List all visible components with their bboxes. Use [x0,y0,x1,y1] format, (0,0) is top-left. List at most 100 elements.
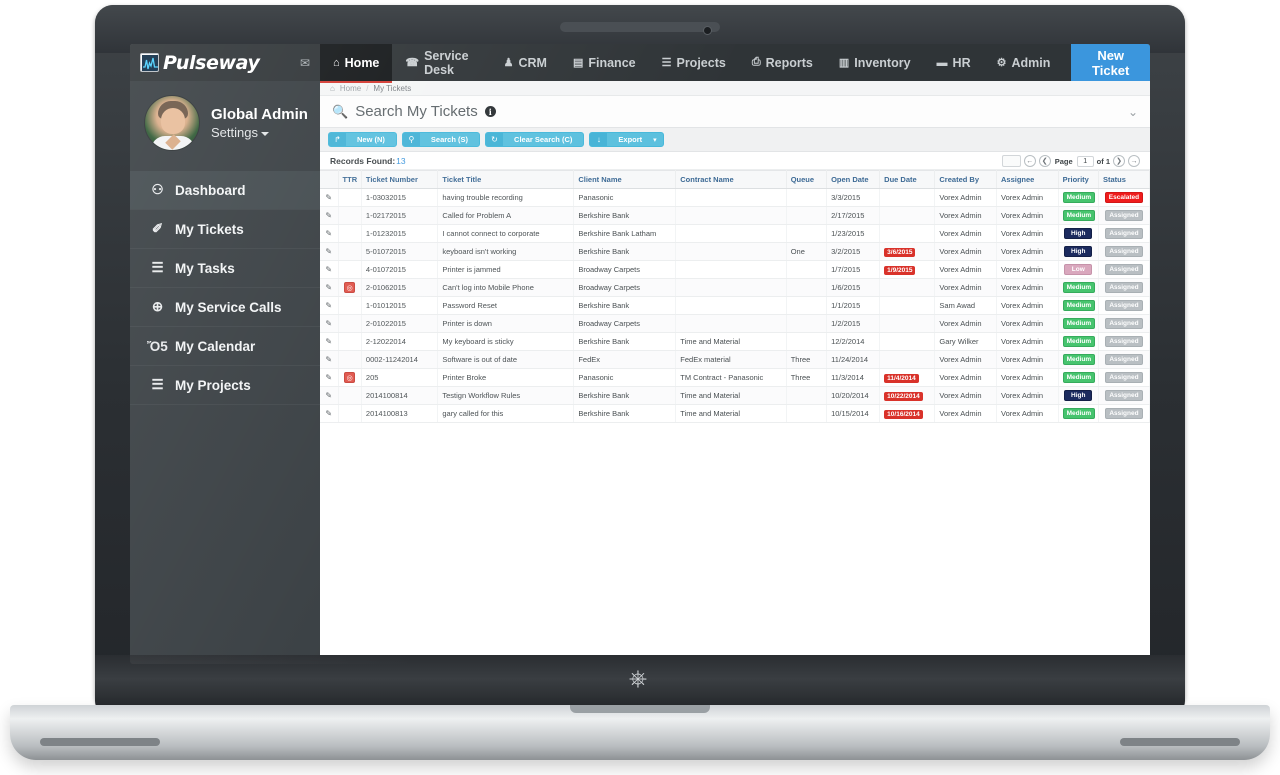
search-s-button[interactable]: ⚲ Search (S) [401,132,481,147]
queue-cell [786,224,828,243]
page-number-input[interactable] [1076,155,1094,167]
tab-admin[interactable]: ⚙ Admin [984,44,1064,81]
edit-icon[interactable]: ✎ [325,229,332,238]
ttr-cell: ◎ [338,278,362,297]
table-row[interactable]: ✎ 1-01232015 I cannot connect to corporate… [320,224,1150,243]
search-panel-header[interactable]: 🔍 Search My Tickets i ⌄ [320,96,1150,128]
tab-inventory[interactable]: ▥ Inventory [826,44,924,81]
envelope-icon[interactable]: ✉ [300,56,310,70]
priority-badge: Medium [1062,336,1096,347]
clear-search-c-button[interactable]: ↻ Clear Search (C) [485,132,585,147]
column-header-due-date[interactable]: Due Date [879,170,936,189]
tab-home[interactable]: ⌂ Home [320,44,393,83]
settings-dropdown[interactable]: Settings [211,125,308,140]
column-header-contract-name[interactable]: Contract Name [675,170,787,189]
first-page-icon[interactable]: ← [1023,155,1036,167]
page-size-select[interactable] [1001,155,1021,167]
table-row[interactable]: ✎ ◎ 2-01062015 Can't log into Mobile Phone B… [320,278,1150,297]
brand-logo[interactable]: Pulseway [140,52,260,74]
sidebar-item-my-calendar[interactable]: Ὄ5 My Calendar [130,327,320,366]
chevron-down-icon[interactable]: ⌄ [1128,105,1138,119]
column-header-open-date[interactable]: Open Date [826,170,881,189]
client-name-cell: Berkshire Bank [573,332,677,351]
sidebar-item-my-tasks[interactable]: ☰ My Tasks [130,249,320,288]
table-row[interactable]: ✎ ◎ 205 Printer Broke Panasonic TM Contract -… [320,368,1150,387]
export-button[interactable]: ↓ Export ▾ [589,132,664,147]
edit-icon[interactable]: ✎ [325,409,332,418]
column-header-edit[interactable] [320,170,339,189]
sidebar-item-my-tickets[interactable]: ✐ My Tickets [130,210,320,249]
ticket-number-cell: 205 [361,368,439,387]
edit-icon[interactable]: ✎ [325,373,332,382]
tab-label: Projects [676,55,726,70]
tab-reports[interactable]: ⎙ Reports [739,44,826,81]
tab-projects[interactable]: ☰ Projects [649,44,739,81]
table-row[interactable]: ✎ 2014100813 gary called for this Berkshire… [320,404,1150,423]
status-cell: Assigned [1098,332,1150,351]
edit-icon[interactable]: ✎ [325,211,332,220]
priority-cell: High [1058,386,1099,405]
calendar-icon: Ὄ5 [147,338,168,354]
edit-icon[interactable]: ✎ [325,337,332,346]
status-badge: Assigned [1104,282,1143,293]
ticket-title-cell: Printer is down [437,314,575,333]
power-icon[interactable]: ⎈ [625,665,651,691]
open-date-cell: 11/24/2014 [826,350,881,369]
created-by-cell: Vorex Admin [934,314,997,333]
ticket-number-cell: 4-01072015 [361,260,439,279]
tab-crm[interactable]: ♟ CRM [491,44,560,81]
priority-cell: High [1058,242,1099,261]
edit-icon[interactable]: ✎ [325,265,332,274]
new-ticket-button[interactable]: New Ticket [1071,44,1150,85]
table-row[interactable]: ✎ 0002-11242014 Software is out of date Fed… [320,350,1150,369]
column-header-ttr[interactable]: TTR [338,170,362,189]
queue-cell [786,332,828,351]
sidebar-item-my-projects[interactable]: ☰ My Projects [130,366,320,405]
edit-icon[interactable]: ✎ [325,193,332,202]
last-page-icon[interactable]: → [1128,155,1140,167]
tab-service-desk[interactable]: ☎ Service Desk [392,44,490,81]
edit-icon[interactable]: ✎ [325,355,332,364]
status-badge: Assigned [1104,354,1143,365]
search-title: Search My Tickets [355,103,478,120]
edit-icon[interactable]: ✎ [325,319,332,328]
pagination: ← ❮ Page of 1 ❯ → [1001,155,1140,167]
column-header-assignee[interactable]: Assignee [996,170,1059,189]
edit-icon[interactable]: ✎ [325,391,332,400]
table-row[interactable]: ✎ 4-01072015 Printer is jammed Broadway Car… [320,260,1150,279]
chevron-down-icon[interactable]: ▾ [653,136,663,144]
column-header-queue[interactable]: Queue [786,170,828,189]
table-row[interactable]: ✎ 5-01072015 keyboard isn't working Berkshi… [320,242,1150,261]
open-date-cell: 12/2/2014 [826,332,881,351]
column-header-status[interactable]: Status [1098,170,1150,189]
table-row[interactable]: ✎ 2-12022014 My keyboard is sticky Berkshir… [320,332,1150,351]
column-header-client-name[interactable]: Client Name [573,170,677,189]
table-row[interactable]: ✎ 1-03032015 having trouble recording Panas… [320,188,1150,207]
priority-cell: Medium [1058,404,1099,423]
new-n-button[interactable]: ↱ New (N) [328,132,397,147]
edit-icon[interactable]: ✎ [325,301,332,310]
column-header-priority[interactable]: Priority [1058,170,1099,189]
tab-hr[interactable]: ▬ HR [924,44,984,81]
edit-icon[interactable]: ✎ [325,247,332,256]
sidebar-item-dashboard[interactable]: ⚇ Dashboard [130,171,320,210]
info-icon[interactable]: i [484,106,496,117]
breadcrumb-home[interactable]: Home [340,84,361,93]
column-header-ticket-title[interactable]: Ticket Title [437,170,575,189]
next-page-icon[interactable]: ❯ [1113,155,1125,167]
table-row[interactable]: ✎ 2014100814 Testign Workflow Rules Berkshi… [320,386,1150,405]
edit-icon[interactable]: ✎ [325,283,332,292]
column-header-ticket-number[interactable]: Ticket Number [361,170,439,189]
status-badge: Assigned [1104,300,1143,311]
settings-label: Settings [211,125,258,140]
tab-finance[interactable]: ▤ Finance [560,44,649,81]
table-row[interactable]: ✎ 2-01022015 Printer is down Broadway Carpe… [320,314,1150,333]
people-icon: ♟ [503,57,514,69]
sidebar-item-my-service-calls[interactable]: ⊕ My Service Calls [130,288,320,327]
table-row[interactable]: ✎ 1-01012015 Password Reset Berkshire Bank 1… [320,296,1150,315]
new-icon: ↱ [329,133,346,146]
sidebar-item-label: Dashboard [175,182,246,198]
table-row[interactable]: ✎ 1-02172015 Called for Problem A Berkshire… [320,206,1150,225]
column-header-created-by[interactable]: Created By [934,170,997,189]
prev-page-icon[interactable]: ❮ [1038,155,1051,167]
